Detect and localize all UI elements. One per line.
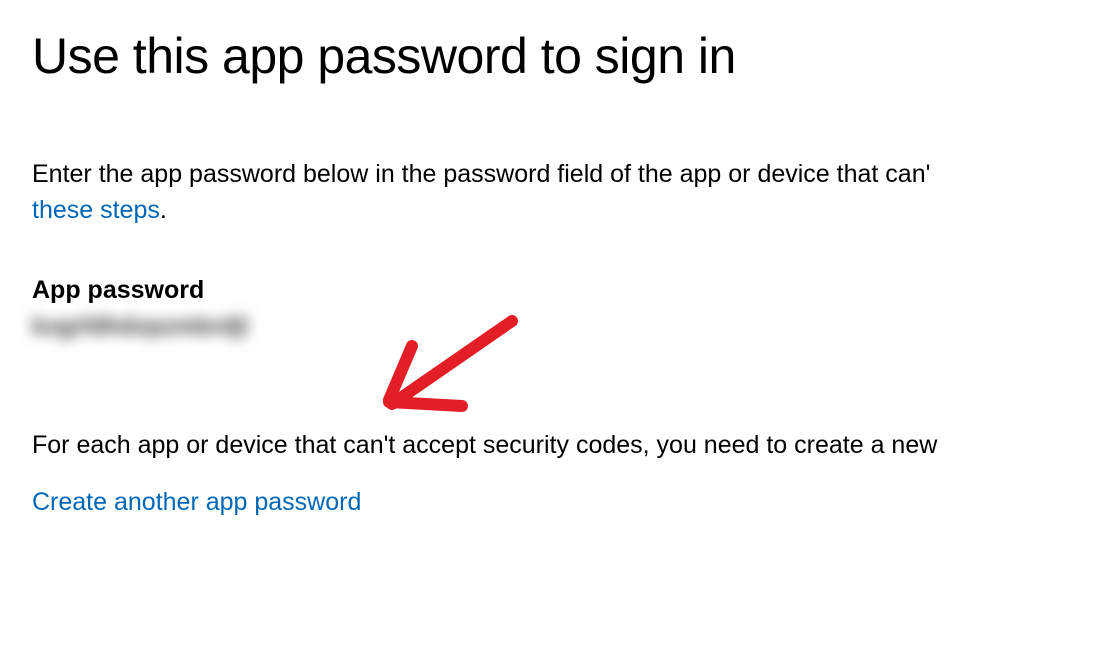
intro-period: . [160, 196, 167, 224]
app-password-label: App password [32, 276, 1084, 305]
arrow-annotation-icon [367, 306, 527, 436]
followup-text: For each app or device that can't accept… [32, 431, 1084, 460]
create-another-password-link[interactable]: Create another app password [32, 488, 361, 516]
page-title: Use this app password to sign in [32, 28, 1084, 86]
these-steps-link[interactable]: these steps [32, 196, 160, 224]
app-password-value: kxgrfdhdxpzmbrdjl [32, 313, 248, 341]
intro-text-before: Enter the app password below in the pass… [32, 160, 930, 188]
intro-paragraph: Enter the app password below in the pass… [32, 156, 1084, 229]
